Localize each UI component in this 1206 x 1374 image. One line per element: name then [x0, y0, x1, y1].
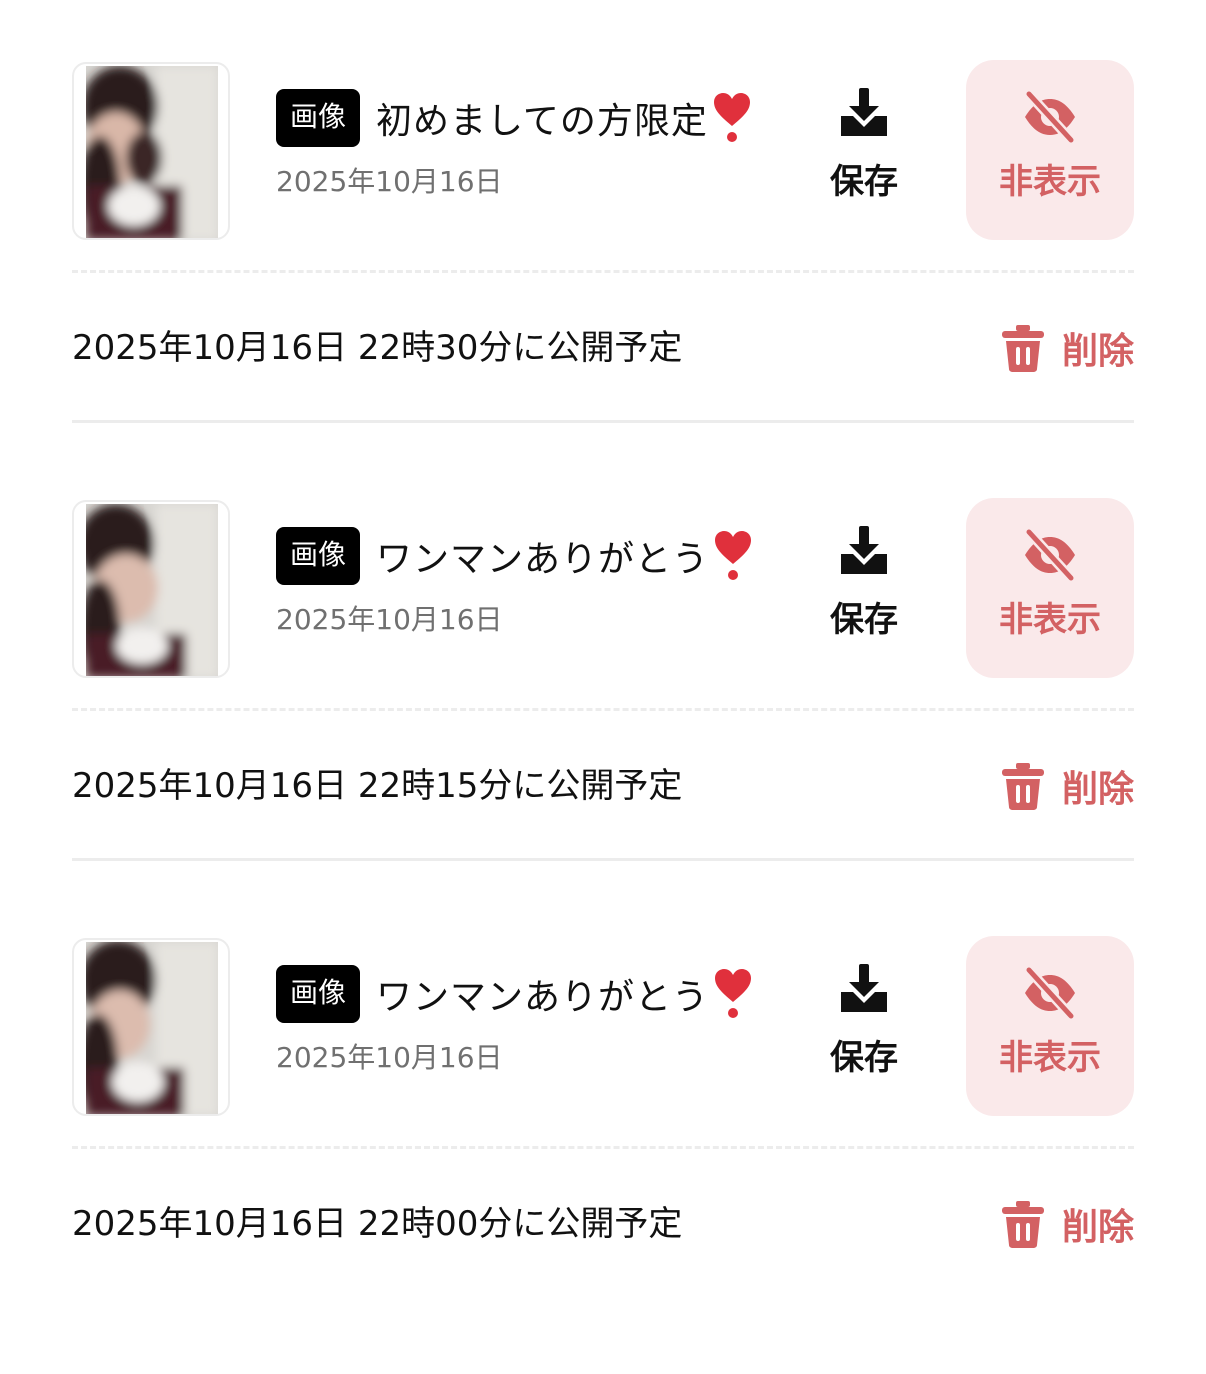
hide-button[interactable]: 非表示 — [966, 936, 1134, 1116]
dashed-divider — [72, 1146, 1134, 1149]
post-title-row: 画像 ワンマンありがとう — [276, 526, 816, 586]
section-divider — [72, 420, 1134, 423]
download-tray-icon — [841, 88, 887, 136]
save-button[interactable]: 保存 — [812, 86, 916, 206]
hide-button[interactable]: 非表示 — [966, 60, 1134, 240]
post-date: 2025年10月16日 — [276, 603, 503, 636]
post-title: ワンマンありがとう — [376, 539, 710, 580]
thumbnail-image — [86, 66, 218, 238]
download-tray-icon — [841, 964, 887, 1012]
trash-icon — [1001, 763, 1044, 810]
post-thumbnail[interactable] — [72, 62, 230, 240]
hide-label: 非表示 — [999, 162, 1101, 202]
post-header: 画像 ワンマンありがとう 2025年10月16日 保存 非表示 — [72, 936, 1134, 1116]
scheduled-post-item: 画像 初めましての方限定 2025年10月16日 保存 非表示 2025年10月… — [72, 60, 1134, 498]
delete-button[interactable]: 削除 — [1000, 322, 1134, 374]
download-tray-icon — [841, 526, 887, 574]
delete-button[interactable]: 削除 — [1000, 1198, 1134, 1250]
scheduled-post-list: 画像 初めましての方限定 2025年10月16日 保存 非表示 2025年10月… — [72, 60, 1134, 1374]
media-type-badge: 画像 — [276, 965, 361, 1023]
post-title: 初めましての方限定 — [376, 101, 708, 142]
thumbnail-image — [86, 942, 218, 1114]
trash-icon — [1001, 1201, 1044, 1248]
post-title-row: 画像 ワンマンありがとう — [276, 964, 816, 1024]
heart-exclamation-icon — [715, 969, 752, 1018]
dashed-divider — [72, 708, 1134, 711]
post-header: 画像 初めましての方限定 2025年10月16日 保存 非表示 — [72, 60, 1134, 240]
media-type-badge: 画像 — [276, 527, 361, 585]
scheduled-post-item: 画像 ワンマンありがとう 2025年10月16日 保存 非表示 2025年10月… — [72, 936, 1134, 1374]
post-title: ワンマンありがとう — [376, 977, 710, 1018]
post-thumbnail[interactable] — [72, 500, 230, 678]
delete-label: 削除 — [1061, 769, 1134, 810]
post-title-row: 画像 初めましての方限定 — [276, 88, 816, 148]
dashed-divider — [72, 270, 1134, 273]
thumbnail-image — [86, 504, 218, 676]
eye-slash-icon — [1024, 965, 1076, 1021]
eye-slash-icon — [1024, 527, 1076, 583]
hide-label: 非表示 — [999, 1038, 1101, 1078]
save-label: 保存 — [830, 600, 898, 640]
save-label: 保存 — [830, 1038, 898, 1078]
post-header: 画像 ワンマンありがとう 2025年10月16日 保存 非表示 — [72, 498, 1134, 678]
publish-schedule-text: 2025年10月16日 22時15分に公開予定 — [72, 766, 683, 806]
save-button[interactable]: 保存 — [812, 962, 916, 1082]
heart-exclamation-icon — [715, 531, 752, 580]
save-button[interactable]: 保存 — [812, 524, 916, 644]
scheduled-post-item: 画像 ワンマンありがとう 2025年10月16日 保存 非表示 2025年10月… — [72, 498, 1134, 936]
heart-exclamation-icon — [713, 93, 750, 142]
delete-label: 削除 — [1061, 1207, 1134, 1248]
delete-button[interactable]: 削除 — [1000, 760, 1134, 812]
post-info: 画像 ワンマンありがとう 2025年10月16日 — [276, 964, 816, 1076]
delete-label: 削除 — [1061, 331, 1134, 372]
eye-slash-icon — [1024, 89, 1076, 145]
publish-schedule-text: 2025年10月16日 22時30分に公開予定 — [72, 328, 683, 368]
post-info: 画像 ワンマンありがとう 2025年10月16日 — [276, 526, 816, 638]
post-date: 2025年10月16日 — [276, 165, 503, 198]
save-label: 保存 — [830, 162, 898, 202]
section-divider — [72, 858, 1134, 861]
trash-icon — [1001, 325, 1044, 372]
hide-button[interactable]: 非表示 — [966, 498, 1134, 678]
publish-schedule-text: 2025年10月16日 22時00分に公開予定 — [72, 1204, 683, 1244]
hide-label: 非表示 — [999, 600, 1101, 640]
post-info: 画像 初めましての方限定 2025年10月16日 — [276, 88, 816, 200]
post-thumbnail[interactable] — [72, 938, 230, 1116]
media-type-badge: 画像 — [276, 89, 361, 147]
post-date: 2025年10月16日 — [276, 1041, 503, 1074]
